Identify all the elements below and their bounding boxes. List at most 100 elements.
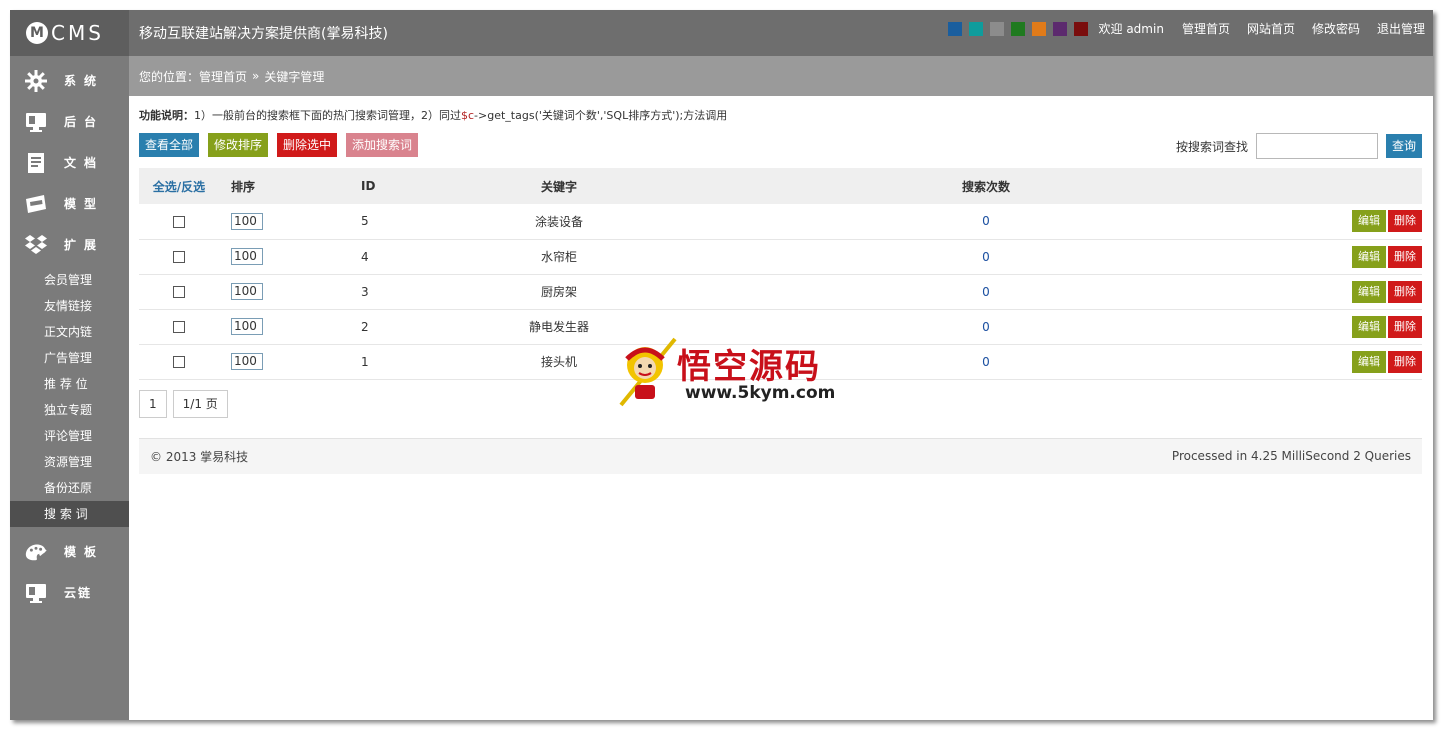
row-sort-cell: 100 bbox=[219, 239, 349, 275]
sidebar-subitem-topics[interactable]: 独立专题 bbox=[10, 397, 129, 423]
delete-button[interactable]: 删除 bbox=[1388, 280, 1422, 303]
note-text-a: 1）一般前台的搜索框下面的热门搜索词管理，2）同过 bbox=[194, 109, 461, 122]
breadcrumb: 您的位置：管理首页 » 关键字管理 bbox=[129, 56, 1433, 96]
watermark-url: www.5kym.com bbox=[685, 383, 836, 403]
row-actions: 编辑 删除 bbox=[1313, 239, 1422, 275]
row-search-count: 0 bbox=[659, 274, 1313, 310]
monkey-logo bbox=[619, 337, 677, 407]
row-checkbox[interactable] bbox=[173, 286, 185, 298]
sidebar-subitem-search-words[interactable]: 搜 索 词 bbox=[10, 501, 129, 527]
theme-swatches bbox=[947, 21, 1095, 36]
sort-order-input[interactable]: 100 bbox=[231, 248, 263, 265]
sidebar-subitem-ads[interactable]: 广告管理 bbox=[10, 345, 129, 371]
sidebar-item-model[interactable]: 模型 bbox=[10, 183, 129, 224]
watermark-title: 悟空源码 bbox=[677, 347, 821, 387]
table-row: 100 4 水帘柜 0 编辑 删除 bbox=[139, 239, 1422, 275]
monitor-icon bbox=[24, 581, 48, 605]
edit-sort-button[interactable]: 修改排序 bbox=[208, 133, 269, 157]
delete-selected-button[interactable]: 删除选中 bbox=[277, 133, 338, 157]
sidebar-subitem-comments[interactable]: 评论管理 bbox=[10, 423, 129, 449]
theme-swatch[interactable] bbox=[989, 21, 1004, 36]
row-select-cell bbox=[139, 239, 219, 275]
row-actions: 编辑 删除 bbox=[1313, 204, 1422, 240]
select-all-toggle[interactable]: 全选/反选 bbox=[139, 168, 219, 204]
footer: © 2013 掌易科技 Processed in 4.25 MilliSecon… bbox=[139, 437, 1422, 474]
sidebar-item-cloud[interactable]: 云链 bbox=[10, 572, 129, 613]
sidebar-subitem-recommend[interactable]: 推 荐 位 bbox=[10, 371, 129, 397]
row-actions: 编辑 删除 bbox=[1313, 344, 1422, 380]
sort-order-input[interactable]: 100 bbox=[231, 353, 263, 370]
breadcrumb-location[interactable]: 您的位置：管理首页 bbox=[139, 68, 247, 85]
delete-button[interactable]: 删除 bbox=[1388, 245, 1422, 268]
row-actions: 编辑 删除 bbox=[1313, 309, 1422, 345]
toolbar: 查看全部 修改排序 删除选中 添加搜索词 按搜索词查找 查询 bbox=[139, 133, 1422, 159]
edit-button[interactable]: 编辑 bbox=[1352, 315, 1386, 338]
sidebar-item-docs[interactable]: 文档 bbox=[10, 142, 129, 183]
sort-order-input[interactable]: 100 bbox=[231, 283, 263, 300]
sidebar-item-system[interactable]: 系统 bbox=[10, 60, 129, 101]
change-password-link[interactable]: 修改密码 bbox=[1312, 20, 1360, 37]
main-content: 功能说明：1）一般前台的搜索框下面的热门搜索词管理，2）同过$c->get_ta… bbox=[139, 96, 1422, 474]
delete-button[interactable]: 删除 bbox=[1388, 315, 1422, 338]
sidebar-subitem-members[interactable]: 会员管理 bbox=[10, 267, 129, 293]
site-home-link[interactable]: 网站首页 bbox=[1247, 20, 1295, 37]
logo[interactable]: M CMS bbox=[10, 10, 129, 56]
breadcrumb-current: 关键字管理 bbox=[264, 69, 325, 84]
sidebar-item-backend[interactable]: 后台 bbox=[10, 101, 129, 142]
actions-header bbox=[1313, 168, 1422, 204]
page-number[interactable]: 1 bbox=[139, 389, 167, 418]
theme-swatch[interactable] bbox=[968, 21, 983, 36]
processing-stats: Processed in 4.25 MilliSecond 2 Queries bbox=[1171, 449, 1411, 463]
add-keyword-button[interactable]: 添加搜索词 bbox=[346, 133, 419, 157]
copyright: © 2013 掌易科技 bbox=[150, 449, 249, 464]
page-total: 1/1 页 bbox=[172, 389, 228, 418]
edit-button[interactable]: 编辑 bbox=[1352, 350, 1386, 373]
row-checkbox[interactable] bbox=[173, 356, 185, 368]
sidebar-subitem-inner-links[interactable]: 正文内链 bbox=[10, 319, 129, 345]
row-checkbox[interactable] bbox=[173, 215, 185, 228]
theme-swatch[interactable] bbox=[1073, 21, 1088, 36]
logout-link[interactable]: 退出管理 bbox=[1377, 20, 1425, 37]
theme-swatch[interactable] bbox=[1052, 21, 1067, 36]
sidebar-item-label: 模板 bbox=[64, 545, 105, 559]
sidebar-item-label: 扩展 bbox=[64, 238, 105, 252]
logo-text: CMS bbox=[51, 21, 104, 45]
row-select-cell bbox=[139, 344, 219, 380]
row-sort-cell: 100 bbox=[219, 309, 349, 345]
theme-swatch[interactable] bbox=[1031, 21, 1046, 36]
row-checkbox[interactable] bbox=[173, 251, 185, 263]
sidebar-item-template[interactable]: 模板 bbox=[10, 531, 129, 572]
breadcrumb-separator: » bbox=[252, 69, 260, 83]
search-input[interactable] bbox=[1255, 133, 1378, 159]
app-window: M CMS 系统 后台 文档 模型 扩展 会员管理 友情链接 正文内链 广告管理… bbox=[10, 10, 1433, 720]
theme-swatch[interactable] bbox=[1010, 21, 1025, 36]
watermark: 悟空源码 www.5kym.com bbox=[617, 335, 847, 410]
admin-home-link[interactable]: 管理首页 bbox=[1182, 20, 1230, 37]
theme-swatch[interactable] bbox=[947, 21, 962, 36]
row-search-count: 0 bbox=[659, 204, 1313, 240]
search-button[interactable]: 查询 bbox=[1385, 134, 1422, 158]
delete-button[interactable]: 删除 bbox=[1388, 210, 1422, 233]
sort-order-input[interactable]: 100 bbox=[231, 318, 263, 335]
row-search-count: 0 bbox=[659, 239, 1313, 275]
row-keyword: 厨房架 bbox=[459, 274, 659, 310]
row-checkbox[interactable] bbox=[173, 321, 185, 333]
logo-mark: M bbox=[26, 22, 48, 44]
sidebar-subitem-resources[interactable]: 资源管理 bbox=[10, 449, 129, 475]
sidebar-subitem-links[interactable]: 友情链接 bbox=[10, 293, 129, 319]
sidebar-item-label: 后台 bbox=[64, 115, 105, 129]
delete-button[interactable]: 删除 bbox=[1388, 350, 1422, 373]
view-all-button[interactable]: 查看全部 bbox=[139, 133, 200, 157]
edit-button[interactable]: 编辑 bbox=[1352, 210, 1386, 233]
sidebar-item-extend[interactable]: 扩展 bbox=[10, 224, 129, 265]
sidebar-subitem-backup[interactable]: 备份还原 bbox=[10, 475, 129, 501]
row-select-cell bbox=[139, 309, 219, 345]
row-id: 4 bbox=[349, 239, 459, 275]
edit-button[interactable]: 编辑 bbox=[1352, 280, 1386, 303]
sort-order-input[interactable]: 100 bbox=[231, 212, 263, 230]
keyword-header: 关键字 bbox=[459, 168, 659, 204]
table-row: 100 5 涂装设备 0 编辑 删除 bbox=[139, 204, 1422, 240]
sidebar: M CMS 系统 后台 文档 模型 扩展 会员管理 友情链接 正文内链 广告管理… bbox=[10, 10, 129, 720]
monitor-icon bbox=[24, 110, 48, 134]
edit-button[interactable]: 编辑 bbox=[1352, 245, 1386, 268]
